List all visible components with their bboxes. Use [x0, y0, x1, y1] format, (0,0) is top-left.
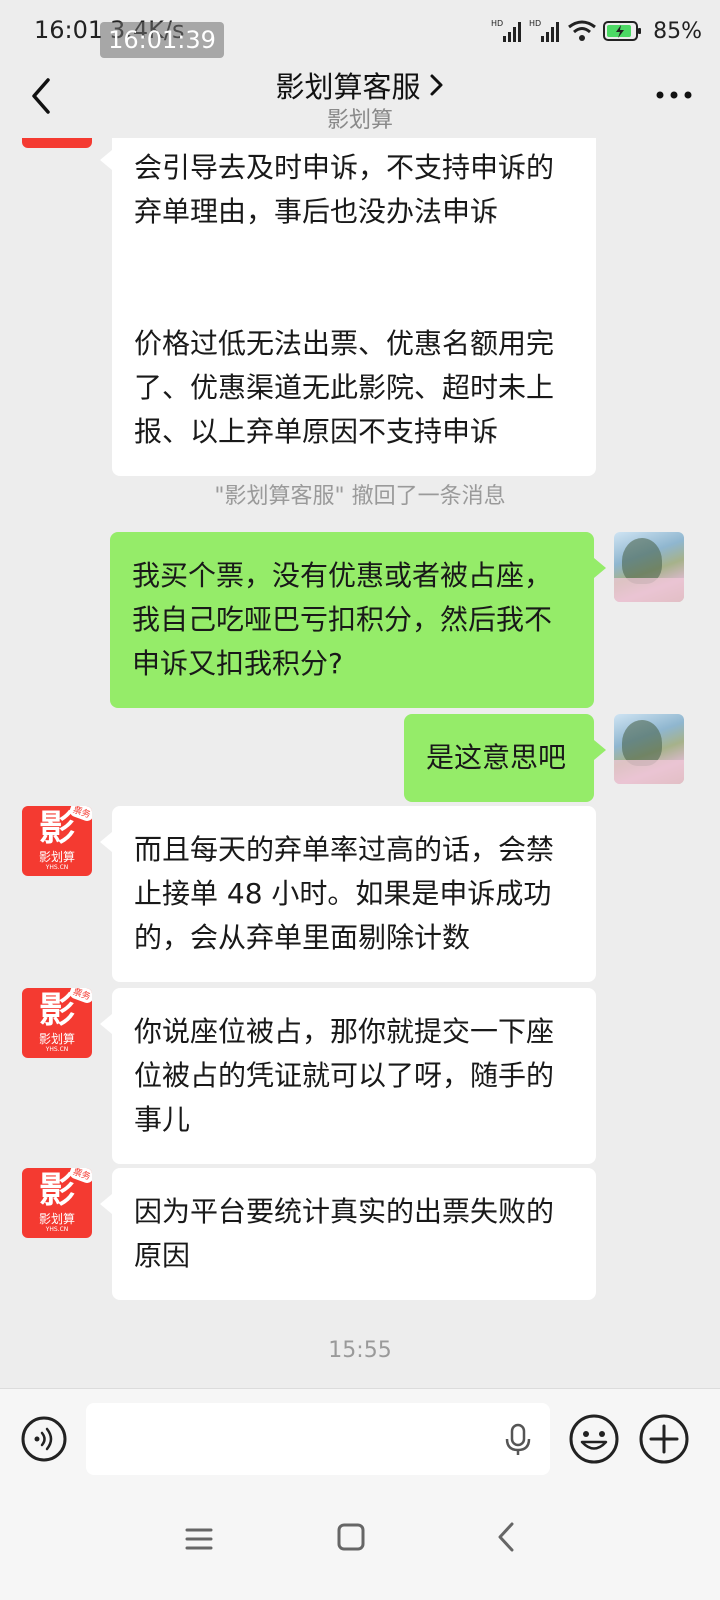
message-bubble[interactable]: 会引导去及时申诉，不支持申诉的弃单理由，事后也没办法申诉 价格过低无法出票、优惠…	[100, 138, 596, 476]
input-bar	[0, 1388, 720, 1488]
message-bubble[interactable]: 而且每天的弃单率过高的话，会禁止接单 48 小时。如果是申诉成功的，会从弃单里面…	[100, 806, 596, 982]
battery-level: 85%	[653, 18, 702, 44]
cs-avatar[interactable]: 影 影划算 YHS.CN 票务	[22, 1168, 92, 1238]
message-bubble[interactable]: 我买个票，没有优惠或者被占座，我自己吃哑巴亏扣积分，然后我不申诉又扣我积分?	[110, 532, 606, 708]
status-bar: 16:01 3.4K/s 16:01:39 HD HD 85%	[0, 0, 720, 62]
cs-logo-name: 影划算	[38, 1032, 75, 1046]
cs-logo-domain: YHS.CN	[45, 864, 69, 871]
svg-text:HD: HD	[491, 19, 503, 28]
user-avatar[interactable]	[614, 532, 684, 602]
cs-avatar[interactable]: 影 影划算 YHS.CN 票务	[22, 988, 92, 1058]
chat-title-text: 影划算客服	[275, 70, 421, 104]
voice-icon[interactable]	[20, 1415, 68, 1463]
message-bubble[interactable]: 因为平台要统计真实的出票失败的原因	[100, 1168, 596, 1300]
mic-icon[interactable]	[502, 1423, 534, 1457]
chat-subtitle: 影划算	[326, 108, 393, 133]
recall-notice: "影划算客服" 撤回了一条消息	[214, 484, 506, 509]
system-navigation	[0, 1488, 720, 1600]
menu-icon[interactable]	[184, 1524, 214, 1554]
chat-title[interactable]: 影划算客服	[0, 64, 720, 106]
chat-header: 影划算客服 影划算	[0, 62, 720, 138]
plus-icon[interactable]	[638, 1413, 690, 1465]
user-avatar[interactable]	[614, 714, 684, 784]
chevron-right-icon	[430, 74, 442, 96]
message-list[interactable]: 会引导去及时申诉，不支持申诉的弃单理由，事后也没办法申诉 价格过低无法出票、优惠…	[0, 138, 720, 1416]
wifi-icon	[568, 20, 597, 41]
cs-logo-name: 影划算	[38, 1212, 75, 1226]
cs-logo-domain: YHS.CN	[45, 1046, 69, 1053]
more-options-button[interactable]	[654, 80, 694, 110]
battery-icon	[603, 21, 642, 41]
cs-avatar[interactable]: 影 影划算 YHS.CN 票务	[22, 806, 92, 876]
signal-2-icon: HD	[529, 19, 560, 42]
svg-text:HD: HD	[529, 19, 541, 28]
cs-logo-domain: YHS.CN	[45, 1226, 69, 1233]
message-bubble[interactable]: 是这意思吧	[404, 714, 606, 802]
message-timestamp: 15:55	[328, 1338, 392, 1363]
cs-avatar[interactable]	[22, 138, 92, 148]
nav-back-icon[interactable]	[494, 1520, 518, 1554]
time-overlay: 16:01:39	[100, 22, 224, 58]
cs-logo-name: 影划算	[38, 850, 75, 864]
status-time: 16:01	[34, 16, 104, 44]
message-input[interactable]	[86, 1403, 550, 1475]
status-icons: HD HD 85%	[491, 16, 702, 46]
emoji-icon[interactable]	[568, 1413, 620, 1465]
message-bubble[interactable]: 你说座位被占，那你就提交一下座位被占的凭证就可以了呀，随手的事儿	[100, 988, 596, 1164]
signal-1-icon: HD	[491, 19, 522, 42]
home-icon[interactable]	[336, 1522, 366, 1552]
